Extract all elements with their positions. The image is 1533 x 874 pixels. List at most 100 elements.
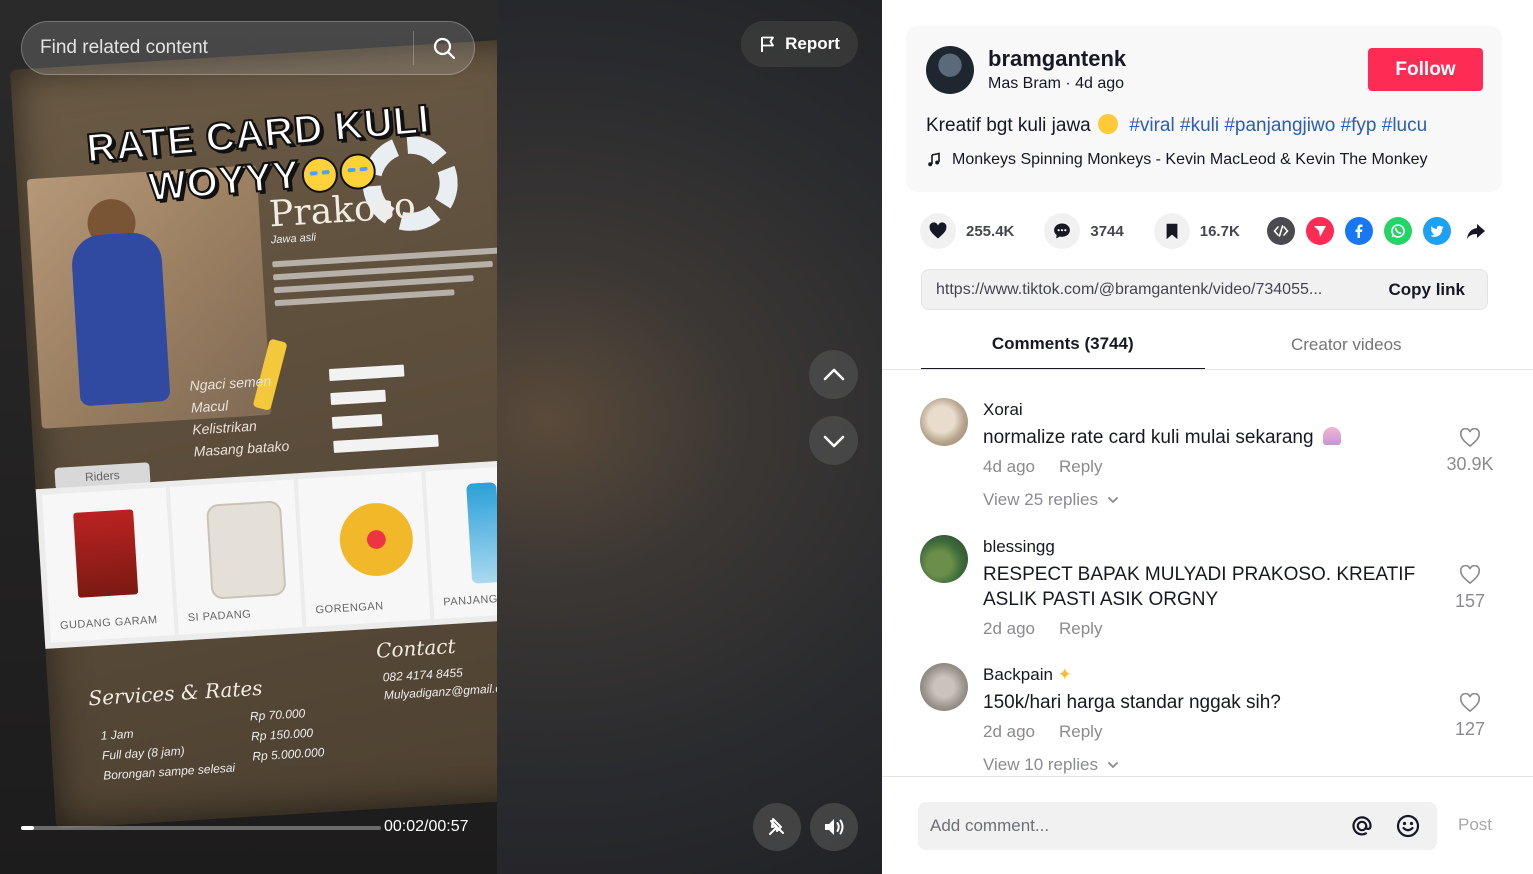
comment-like-button[interactable]: 127: [1440, 693, 1500, 740]
card-bio-lines: [272, 240, 497, 314]
like-count: 255.4K: [966, 222, 1015, 240]
comment-username[interactable]: Backpain ✦: [983, 665, 1072, 685]
previous-video-button[interactable]: [809, 350, 858, 399]
hashtag-link[interactable]: #kuli: [1180, 115, 1219, 136]
comment-text: 150k/hari harga standar nggak sih?: [983, 692, 1281, 713]
comment-count: 3744: [1090, 222, 1124, 240]
comment-username[interactable]: Xorai: [983, 400, 1023, 420]
reply-button[interactable]: Reply: [1059, 619, 1102, 639]
rider-item: PANJANG: [425, 463, 497, 620]
hashtag-link[interactable]: #viral: [1129, 115, 1174, 136]
chevron-down-icon: [1108, 762, 1118, 768]
report-label: Report: [785, 34, 840, 53]
bookmark-icon: [1166, 223, 1178, 240]
comment-age: 2d ago: [983, 619, 1035, 638]
post-description: Kreatif bgt kuli jawa #viral #kuli #panj…: [926, 114, 1428, 136]
floating-player-button[interactable]: [753, 803, 801, 851]
comment-avatar[interactable]: [920, 535, 968, 583]
post-comment-button[interactable]: Post: [1458, 815, 1492, 835]
send-icon[interactable]: [1306, 217, 1334, 245]
facebook-icon[interactable]: [1345, 217, 1373, 245]
emoji-button[interactable]: [1391, 809, 1425, 843]
reply-button[interactable]: Reply: [1059, 722, 1102, 742]
comment-composer: [918, 802, 1437, 850]
comment-avatar[interactable]: [920, 663, 968, 711]
comment-like-button[interactable]: 30.9K: [1440, 428, 1500, 475]
rates-list: 1 Jam Full day (8 jam) Borongan sampe se…: [100, 726, 236, 783]
comment-like-button[interactable]: 157: [1440, 565, 1500, 612]
reply-button[interactable]: Reply: [1059, 457, 1102, 477]
flag-icon: [761, 36, 775, 52]
post-info-card: bramgantenk Mas Bram · 4d ago Follow Kre…: [906, 26, 1502, 192]
whatsapp-icon[interactable]: [1384, 217, 1412, 245]
comment-button[interactable]: 3744: [1044, 213, 1124, 249]
app-root: Prakoso Jawa asli Ngaci semen Macul Keli…: [0, 0, 1533, 874]
chevron-down-icon: [823, 435, 844, 447]
card-subtitle: Jawa asli: [270, 231, 317, 247]
author-nickname-line: Mas Bram · 4d ago: [988, 75, 1125, 92]
video-progress-fill: [21, 826, 34, 830]
tab-creator-videos[interactable]: Creator videos: [1205, 320, 1489, 370]
twitter-icon[interactable]: [1423, 217, 1451, 245]
worker-body: [70, 231, 171, 407]
skill-bars: [328, 363, 440, 465]
like-button[interactable]: 255.4K: [920, 213, 1014, 249]
comment-input[interactable]: [918, 816, 1345, 836]
next-video-button[interactable]: [809, 416, 858, 465]
video-time: 00:02/00:57: [384, 818, 469, 835]
mention-button[interactable]: [1345, 809, 1379, 843]
skills-list: Ngaci semen Macul Kelistrikan Masang bat…: [189, 369, 290, 463]
music-link[interactable]: Monkeys Spinning Monkeys - Kevin MacLeod…: [926, 151, 1428, 169]
follow-button[interactable]: Follow: [1368, 48, 1483, 91]
chevron-up-icon: [823, 368, 844, 380]
heart-icon: [929, 222, 947, 239]
tab-comments[interactable]: Comments (3744): [921, 320, 1205, 370]
at-sign-icon: [1352, 816, 1372, 836]
comment-avatar[interactable]: [920, 398, 968, 446]
comment-username[interactable]: blessingg: [983, 537, 1055, 557]
author-avatar[interactable]: [926, 46, 974, 94]
emoji-icon: [1396, 814, 1420, 838]
comment-icon: [1054, 223, 1071, 239]
riders-strip: GUDANG GARAM SI PADANG GORENGAN PANJANG: [35, 457, 497, 649]
share-arrow-icon[interactable]: [1462, 217, 1490, 245]
comments-list[interactable]: Xorai normalize rate card kuli mulai sek…: [882, 370, 1533, 776]
view-replies-button[interactable]: View 25 replies: [983, 490, 1120, 510]
praying-hands-emoji-icon: [1322, 427, 1341, 445]
save-button[interactable]: 16.7K: [1153, 213, 1240, 249]
contact-title: Contact: [375, 633, 457, 663]
related-search-bar: [21, 21, 475, 75]
video-link-text[interactable]: https://www.tiktok.com/@bramgantenk/vide…: [922, 281, 1378, 299]
rate-values: Rp 70.000 Rp 150.000 Rp 5.000.000: [249, 706, 325, 764]
comment-age: 4d ago: [983, 457, 1035, 476]
search-icon: [433, 37, 456, 60]
comment-age: 2d ago: [983, 722, 1035, 741]
heart-outline-icon: [1459, 428, 1481, 448]
view-replies-button[interactable]: View 10 replies: [983, 755, 1120, 775]
video-link-box: https://www.tiktok.com/@bramgantenk/vide…: [921, 269, 1488, 310]
engagement-bar: 255.4K 3744 16.7K: [920, 213, 1270, 249]
volume-button[interactable]: [810, 803, 858, 851]
contact-details: 082 4174 8455 Mulyadiganz@gmail.com: [382, 665, 497, 703]
comment-meta: 2d ago Reply: [983, 722, 1102, 742]
comment-text: normalize rate card kuli mulai sekarang: [983, 425, 1423, 450]
hashtag-link[interactable]: #fyp: [1341, 115, 1377, 136]
heart-outline-icon: [1459, 693, 1481, 713]
rider-item: GUDANG GARAM: [41, 487, 175, 643]
rider-item: GORENGAN: [297, 471, 431, 627]
search-input[interactable]: [22, 37, 413, 59]
hashtag-link[interactable]: #panjangjiwo: [1224, 115, 1335, 136]
copy-link-button[interactable]: Copy link: [1378, 280, 1487, 300]
chevron-down-icon: [1108, 497, 1118, 503]
video-player[interactable]: Prakoso Jawa asli Ngaci semen Macul Keli…: [0, 0, 882, 874]
video-frame[interactable]: Prakoso Jawa asli Ngaci semen Macul Keli…: [0, 0, 497, 874]
report-button[interactable]: Report: [741, 21, 858, 67]
embed-icon[interactable]: [1267, 217, 1295, 245]
search-button[interactable]: [414, 21, 474, 75]
hashtag-link[interactable]: #lucu: [1382, 115, 1427, 136]
video-progress-bar[interactable]: [21, 826, 381, 830]
sparkles-emoji-icon: ✦: [1057, 665, 1072, 684]
rates-title: Services & Rates: [87, 675, 264, 711]
author-username[interactable]: bramgantenk: [988, 46, 1126, 72]
laughing-emoji-icon: [337, 152, 377, 192]
